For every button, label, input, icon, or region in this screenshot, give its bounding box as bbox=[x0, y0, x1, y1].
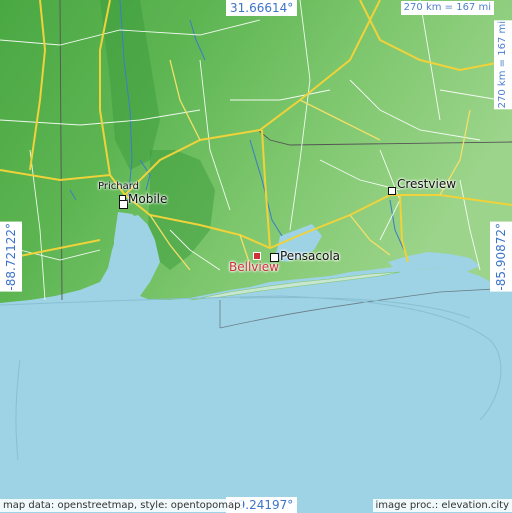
crestview-marker[interactable] bbox=[388, 187, 396, 195]
bellview-marker[interactable] bbox=[253, 252, 261, 260]
left-longitude-label: -88.72122° bbox=[0, 222, 22, 292]
pensacola-label: Pensacola bbox=[280, 249, 340, 263]
image-processing-attribution: image proc.: elevation.city bbox=[373, 499, 512, 512]
vertical-scale-label: 270 km = 167 mi bbox=[494, 20, 512, 109]
map-attribution: map data: openstreetmap, style: opentopo… bbox=[0, 499, 243, 512]
horizontal-scale-label: 270 km = 167 mi bbox=[401, 1, 494, 15]
bellview-label[interactable]: Bellview bbox=[229, 260, 279, 274]
right-longitude-label: -85.90872° bbox=[490, 222, 512, 292]
crestview-label: Crestview bbox=[397, 177, 456, 191]
mobile-label: Mobile bbox=[128, 192, 167, 206]
prichard-label: Prichard bbox=[98, 181, 139, 192]
top-latitude-label: 31.66614° bbox=[226, 0, 297, 16]
mobile-marker[interactable] bbox=[119, 200, 128, 209]
